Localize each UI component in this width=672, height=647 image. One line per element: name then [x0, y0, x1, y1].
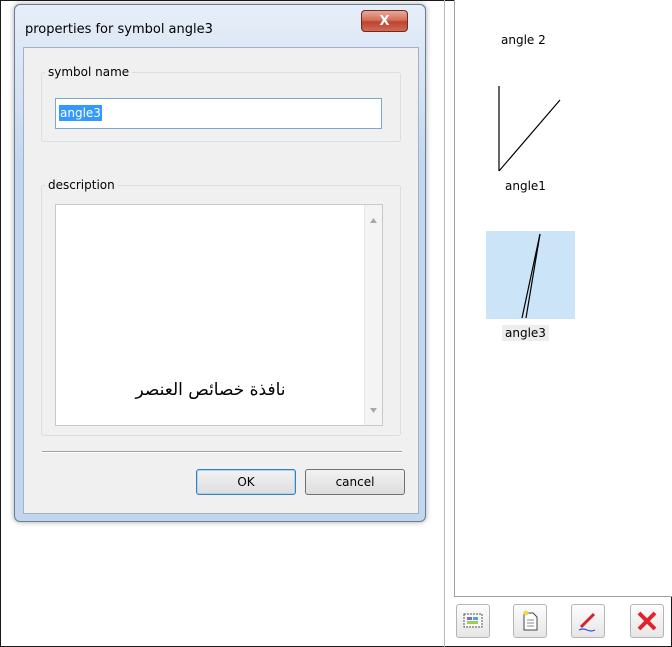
- symbol-name-label: symbol name: [45, 65, 133, 79]
- select-region-button[interactable]: [456, 604, 490, 638]
- close-button[interactable]: X: [361, 10, 408, 32]
- symbol-angle3-drawing: [521, 233, 541, 319]
- description-scrollbar[interactable]: [364, 205, 382, 425]
- edit-pencil-icon: [578, 612, 596, 632]
- select-region-icon: [463, 613, 483, 628]
- symbol-label-angle1[interactable]: angle1: [505, 179, 546, 193]
- description-textarea[interactable]: نافذة خصائص العنصر: [55, 204, 383, 426]
- dialog-client-area: symbol name angle3 description نافذة خصا…: [23, 47, 419, 514]
- delete-x-icon: [637, 611, 657, 631]
- symbol-label-angle2[interactable]: angle 2: [501, 33, 546, 47]
- properties-dialog: properties for symbol angle3 X symbol na…: [14, 4, 426, 522]
- description-text: نافذة خصائص العنصر: [135, 380, 286, 400]
- symbol-angle3-selected[interactable]: [486, 231, 575, 319]
- scroll-up-arrow-icon: [370, 218, 377, 223]
- symbol-label-angle3[interactable]: angle3: [502, 325, 549, 341]
- new-document-button[interactable]: [513, 604, 547, 638]
- panel-divider: [444, 0, 445, 647]
- button-separator: [42, 451, 402, 453]
- symbol-list-bottom-border: [454, 596, 672, 597]
- symbol-name-value: angle3: [59, 105, 102, 121]
- scroll-down-arrow-icon: [370, 408, 377, 413]
- cancel-button[interactable]: cancel: [305, 469, 405, 495]
- delete-button[interactable]: [630, 604, 664, 638]
- description-label: description: [45, 178, 118, 192]
- edit-button[interactable]: [571, 604, 605, 638]
- ok-button[interactable]: OK: [196, 469, 296, 495]
- symbol-angle1-drawing[interactable]: [494, 84, 564, 174]
- symbol-name-input[interactable]: angle3: [55, 98, 382, 129]
- new-document-icon: [523, 610, 538, 631]
- close-icon: X: [379, 13, 390, 29]
- dialog-title: properties for symbol angle3: [25, 22, 213, 37]
- symbol-list-border: [454, 0, 455, 596]
